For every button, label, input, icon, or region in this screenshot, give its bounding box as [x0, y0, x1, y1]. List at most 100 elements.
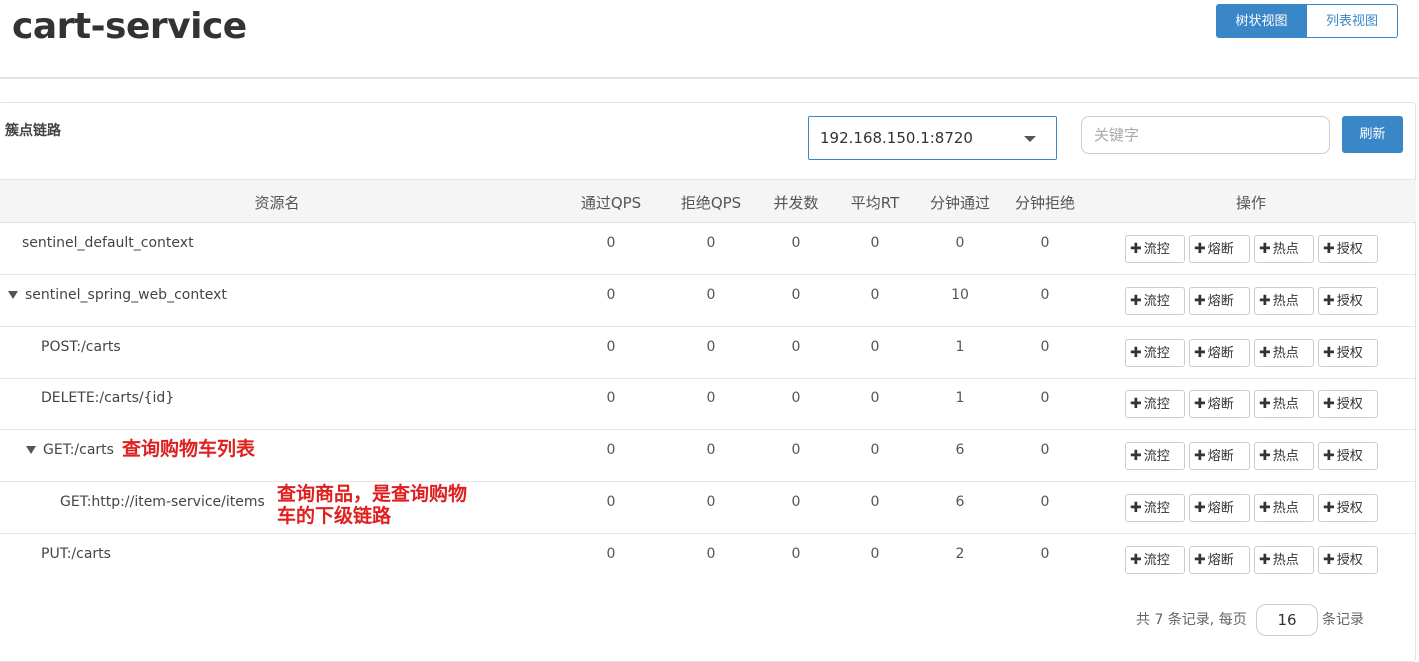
pass-qps: 0 [606, 494, 616, 510]
plus-icon: ✚ [1259, 500, 1271, 516]
minute-block: 0 [1040, 339, 1050, 355]
plus-icon: ✚ [1259, 448, 1271, 464]
degrade-rule-label: 熔断 [1207, 397, 1234, 412]
block-qps: 0 [706, 442, 716, 458]
plus-icon: ✚ [1194, 345, 1206, 361]
header-minute-pass: 分钟通过 [929, 194, 991, 212]
machine-select[interactable]: 192.168.150.1:8720 [808, 116, 1057, 160]
concurrency: 0 [791, 390, 801, 406]
minute-pass: 10 [951, 287, 969, 303]
plus-icon: ✚ [1130, 500, 1142, 516]
minute-pass: 0 [955, 235, 965, 251]
auth-rule-label: 授权 [1336, 553, 1363, 568]
pass-qps: 0 [606, 339, 616, 355]
plus-icon: ✚ [1323, 396, 1335, 412]
resource-name: POST:/carts [41, 339, 121, 355]
concurrency: 0 [791, 442, 801, 458]
annotation-item-line2: 车的下级链路 [277, 505, 392, 527]
auth-rule-button[interactable]: ✚ 授权 [1318, 235, 1378, 263]
degrade-rule-button[interactable]: ✚ 熔断 [1189, 235, 1250, 263]
plus-icon: ✚ [1323, 500, 1335, 516]
auth-rule-button[interactable]: ✚ 授权 [1318, 442, 1378, 470]
pass-qps: 0 [606, 546, 616, 562]
plus-icon: ✚ [1130, 552, 1142, 568]
hotspot-rule-button[interactable]: ✚ 热点 [1254, 494, 1314, 522]
hotspot-rule-label: 热点 [1272, 553, 1299, 568]
row-actions: ✚ 流控 ✚ 熔断 ✚ 热点 ✚ 授权 [1125, 442, 1378, 470]
plus-icon: ✚ [1323, 552, 1335, 568]
plus-icon: ✚ [1194, 241, 1206, 257]
list-view-button[interactable]: 列表视图 [1307, 4, 1398, 38]
flow-rule-button[interactable]: ✚ 流控 [1125, 339, 1185, 367]
avg-rt: 0 [870, 442, 880, 458]
expand-caret-icon[interactable] [26, 446, 36, 454]
flow-rule-button[interactable]: ✚ 流控 [1125, 287, 1185, 315]
flow-rule-button[interactable]: ✚ 流控 [1125, 235, 1185, 263]
chevron-down-icon [1024, 136, 1036, 142]
concurrency: 0 [791, 235, 801, 251]
tree-view-button[interactable]: 树状视图 [1216, 4, 1307, 38]
flow-rule-label: 流控 [1143, 553, 1170, 568]
pagination-summary: 共 7 条记录, 每页 [1136, 612, 1247, 628]
hotspot-rule-button[interactable]: ✚ 热点 [1254, 390, 1314, 418]
flow-rule-button[interactable]: ✚ 流控 [1125, 546, 1185, 574]
plus-icon: ✚ [1259, 293, 1271, 309]
hotspot-rule-label: 热点 [1272, 501, 1299, 516]
resource-name-cell: sentinel_spring_web_context [8, 287, 227, 303]
plus-icon: ✚ [1194, 396, 1206, 412]
plus-icon: ✚ [1259, 552, 1271, 568]
flow-rule-button[interactable]: ✚ 流控 [1125, 442, 1185, 470]
minute-pass: 6 [955, 442, 965, 458]
row-actions: ✚ 流控 ✚ 熔断 ✚ 热点 ✚ 授权 [1125, 235, 1378, 263]
view-toggle: 树状视图 列表视图 [1216, 4, 1398, 38]
flow-rule-label: 流控 [1143, 294, 1170, 309]
degrade-rule-button[interactable]: ✚ 熔断 [1189, 287, 1250, 315]
auth-rule-label: 授权 [1336, 449, 1363, 464]
expand-caret-icon[interactable] [8, 291, 18, 299]
plus-icon: ✚ [1194, 500, 1206, 516]
avg-rt: 0 [870, 546, 880, 562]
auth-rule-button[interactable]: ✚ 授权 [1318, 546, 1378, 574]
page-title: cart-service [12, 6, 247, 47]
hotspot-rule-button[interactable]: ✚ 热点 [1254, 287, 1314, 315]
degrade-rule-label: 熔断 [1207, 242, 1234, 257]
hotspot-rule-button[interactable]: ✚ 热点 [1254, 546, 1314, 574]
degrade-rule-button[interactable]: ✚ 熔断 [1189, 339, 1250, 367]
row-actions: ✚ 流控 ✚ 熔断 ✚ 热点 ✚ 授权 [1125, 287, 1378, 315]
degrade-rule-button[interactable]: ✚ 熔断 [1189, 442, 1250, 470]
refresh-button[interactable]: 刷新 [1342, 116, 1403, 153]
hotspot-rule-button[interactable]: ✚ 热点 [1254, 235, 1314, 263]
degrade-rule-label: 熔断 [1207, 449, 1234, 464]
flow-rule-label: 流控 [1143, 346, 1170, 361]
flow-rule-label: 流控 [1143, 501, 1170, 516]
hotspot-rule-label: 热点 [1272, 346, 1299, 361]
auth-rule-button[interactable]: ✚ 授权 [1318, 287, 1378, 315]
search-input[interactable] [1081, 116, 1330, 154]
auth-rule-button[interactable]: ✚ 授权 [1318, 390, 1378, 418]
flow-rule-label: 流控 [1143, 449, 1170, 464]
flow-rule-button[interactable]: ✚ 流控 [1125, 390, 1185, 418]
degrade-rule-button[interactable]: ✚ 熔断 [1189, 494, 1250, 522]
avg-rt: 0 [870, 390, 880, 406]
plus-icon: ✚ [1323, 448, 1335, 464]
block-qps: 0 [706, 494, 716, 510]
block-qps: 0 [706, 287, 716, 303]
header-concurrency: 并发数 [773, 194, 819, 212]
table-row: GET:http://item-service/items 0 0 0 0 6 … [0, 482, 1416, 534]
auth-rule-button[interactable]: ✚ 授权 [1318, 339, 1378, 367]
resource-name: GET:/carts [43, 442, 114, 458]
auth-rule-button[interactable]: ✚ 授权 [1318, 494, 1378, 522]
plus-icon: ✚ [1323, 345, 1335, 361]
avg-rt: 0 [870, 235, 880, 251]
degrade-rule-button[interactable]: ✚ 熔断 [1189, 390, 1250, 418]
hotspot-rule-button[interactable]: ✚ 热点 [1254, 442, 1314, 470]
hotspot-rule-button[interactable]: ✚ 热点 [1254, 339, 1314, 367]
resource-name: GET:http://item-service/items [60, 494, 265, 510]
page-size-input[interactable]: 16 [1256, 604, 1318, 636]
flow-rule-button[interactable]: ✚ 流控 [1125, 494, 1185, 522]
row-actions: ✚ 流控 ✚ 熔断 ✚ 热点 ✚ 授权 [1125, 494, 1378, 522]
resource-name: PUT:/carts [41, 546, 111, 562]
degrade-rule-button[interactable]: ✚ 熔断 [1189, 546, 1250, 574]
block-qps: 0 [706, 339, 716, 355]
header-resource-name: 资源名 [254, 194, 300, 212]
